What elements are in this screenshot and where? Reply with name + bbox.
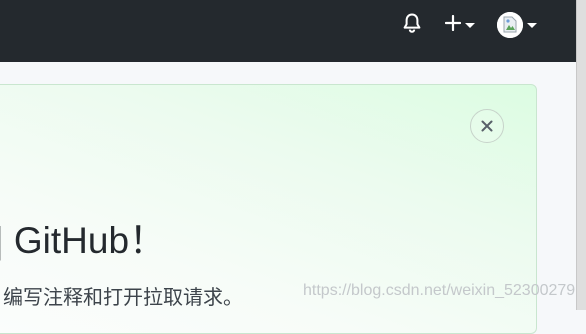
welcome-subtext: 编写注释和打开拉取请求。 [3,285,243,309]
plus-icon [444,14,462,35]
close-icon [481,117,493,136]
user-menu-button[interactable] [494,0,540,50]
chevron-down-icon [465,22,475,28]
chevron-down-icon [527,22,537,28]
notifications-button[interactable] [398,0,426,50]
page-scrollbar[interactable] [576,0,586,310]
bell-icon [402,12,422,38]
broken-image-icon [497,12,523,38]
create-new-menu-button[interactable] [440,0,480,50]
welcome-heading: | GitHub！ [0,220,167,261]
dismiss-welcome-button[interactable] [470,109,504,143]
top-header-bar [0,0,586,62]
avatar [497,12,523,38]
watermark-text: https://blog.csdn.net/weixin_52300279 [303,282,576,299]
